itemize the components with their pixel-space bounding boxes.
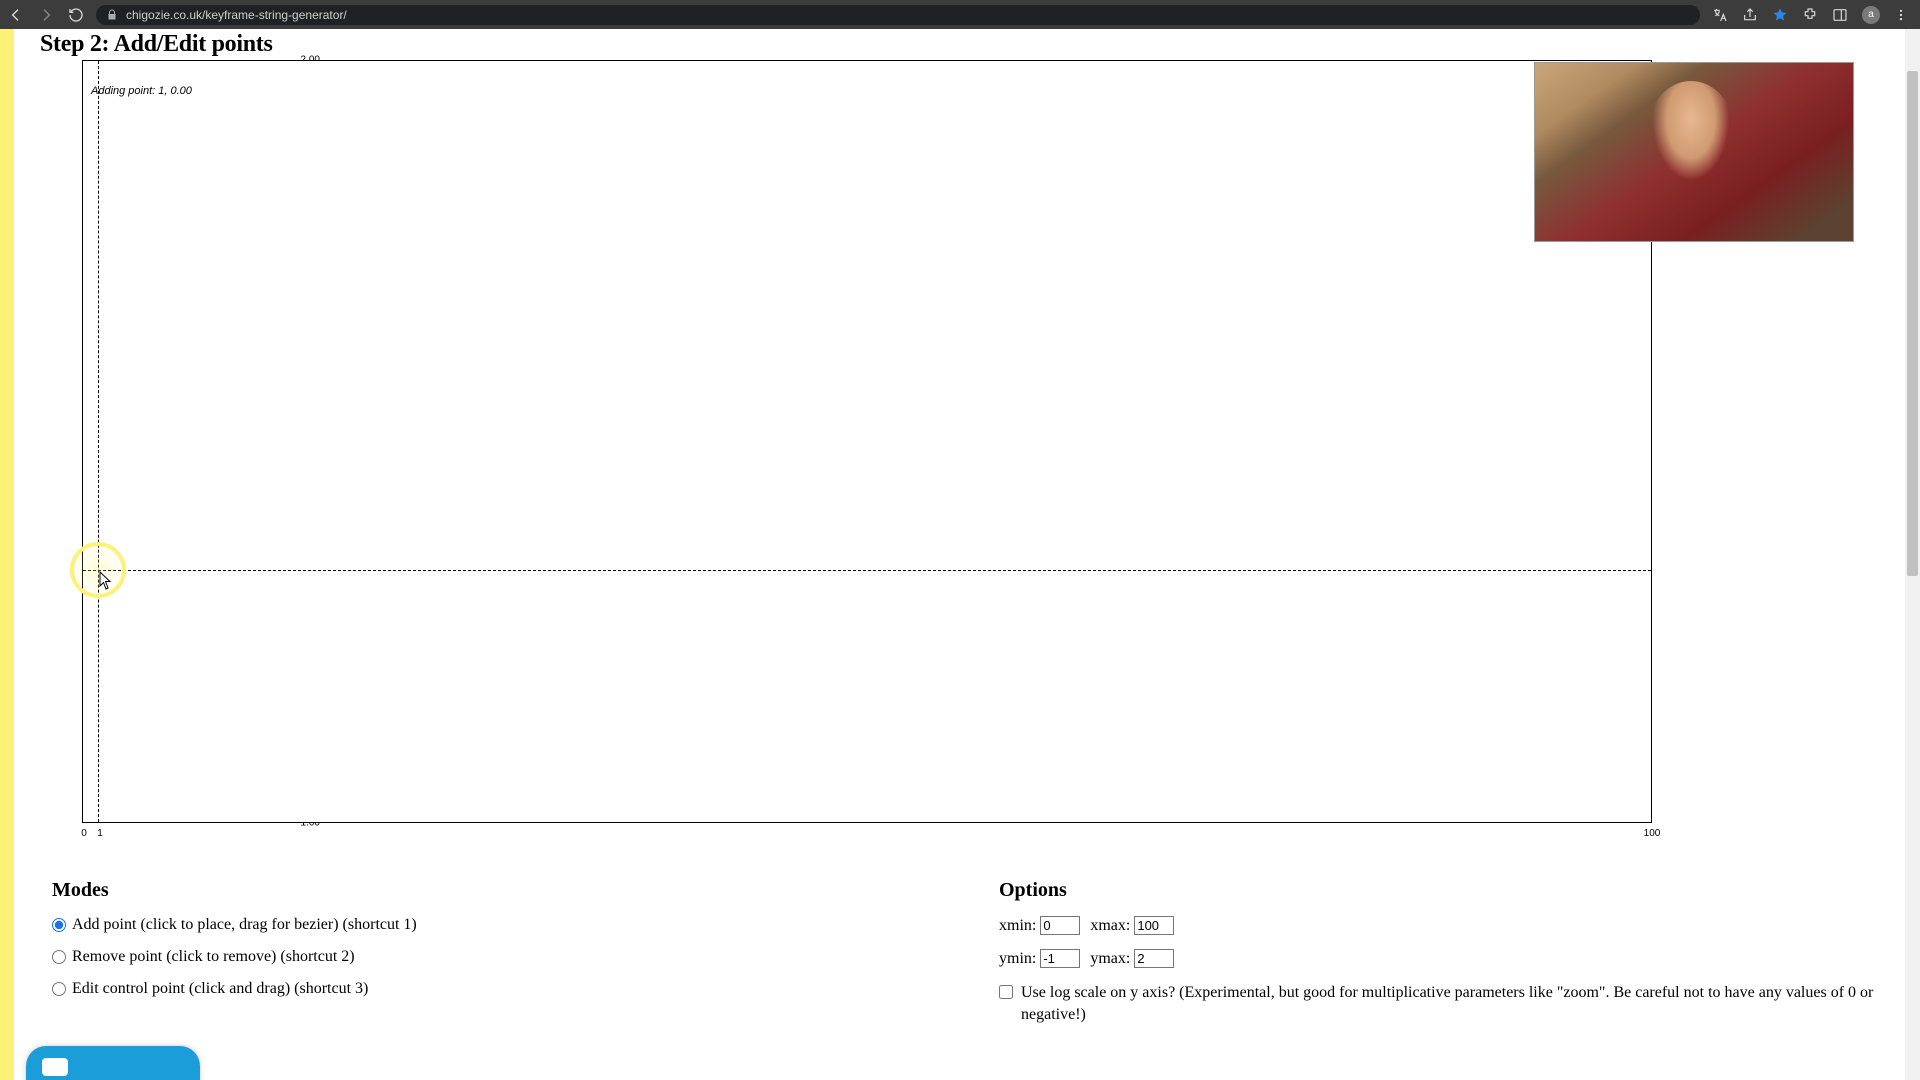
address-bar[interactable]: chigozie.co.uk/keyframe-string-generator… <box>96 5 1700 25</box>
xmax-input[interactable] <box>1134 916 1174 935</box>
mode-remove-label: Remove point (click to remove) (shortcut… <box>72 948 355 966</box>
mode-add-point[interactable]: Add point (click to place, drag for bezi… <box>52 916 935 934</box>
profile-avatar[interactable]: a <box>1862 6 1880 24</box>
ymin-label: ymin: <box>999 950 1036 968</box>
chart-status-text: Adding point: 1, 0.00 <box>91 85 192 97</box>
nav-arrows <box>8 7 84 23</box>
xmin-input[interactable] <box>1040 916 1080 935</box>
x-range-row: xmin: xmax: <box>999 916 1882 935</box>
ymin-input[interactable] <box>1040 949 1080 968</box>
translate-icon[interactable] <box>1712 7 1728 23</box>
crosshair-horizontal <box>83 570 1651 571</box>
address-text: chigozie.co.uk/keyframe-string-generator… <box>126 8 1690 22</box>
chart: 2.00 0.00 -1.00 0 1 100 Adding point: 1,… <box>54 60 1894 823</box>
chart-canvas[interactable]: Adding point: 1, 0.00 <box>82 60 1652 823</box>
crosshair-vertical <box>98 61 99 822</box>
browser-toolbar: chigozie.co.uk/keyframe-string-generator… <box>0 0 1920 29</box>
reload-icon[interactable] <box>68 7 84 23</box>
support-pill[interactable] <box>26 1046 200 1080</box>
ymax-label: ymax: <box>1090 950 1130 968</box>
back-icon[interactable] <box>8 7 24 23</box>
lock-icon <box>106 9 118 21</box>
log-scale-row[interactable]: Use log scale on y axis? (Experimental, … <box>999 982 1882 1025</box>
x-tick-label: 0 <box>81 828 87 839</box>
forward-icon[interactable] <box>38 7 54 23</box>
ymax-input[interactable] <box>1134 949 1174 968</box>
y-range-row: ymin: ymax: <box>999 949 1882 968</box>
controls: Modes Add point (click to place, drag fo… <box>40 879 1894 1025</box>
log-scale-checkbox[interactable] <box>999 985 1013 999</box>
extensions-icon[interactable] <box>1802 7 1818 23</box>
cursor-icon <box>99 571 113 591</box>
options-panel: Options xmin: xmax: ymin: ymax: Use log … <box>987 879 1894 1025</box>
x-tick-label: 100 <box>1644 828 1661 839</box>
xmin-label: xmin: <box>999 917 1036 935</box>
kebab-menu-icon[interactable] <box>1894 7 1908 23</box>
modes-heading: Modes <box>52 879 935 902</box>
log-scale-label: Use log scale on y axis? (Experimental, … <box>1021 982 1881 1025</box>
options-heading: Options <box>999 879 1882 902</box>
modes-panel: Modes Add point (click to place, drag fo… <box>40 879 947 1025</box>
x-tick-label: 1 <box>97 828 103 839</box>
sidepanel-icon[interactable] <box>1832 7 1848 23</box>
mode-remove-point[interactable]: Remove point (click to remove) (shortcut… <box>52 948 935 966</box>
toolbar-right: a <box>1712 6 1912 24</box>
share-icon[interactable] <box>1742 7 1758 23</box>
bookmark-star-icon[interactable] <box>1772 7 1788 23</box>
mode-edit-label: Edit control point (click and drag) (sho… <box>72 980 368 998</box>
mode-edit-radio[interactable] <box>52 982 66 996</box>
mode-edit-control[interactable]: Edit control point (click and drag) (sho… <box>52 980 935 998</box>
viewport: Step 2: Add/Edit points 2.00 0.00 -1.00 … <box>0 29 1920 1080</box>
support-pill-icon <box>42 1058 68 1076</box>
mode-add-radio[interactable] <box>52 918 66 932</box>
mode-remove-radio[interactable] <box>52 950 66 964</box>
mode-add-label: Add point (click to place, drag for bezi… <box>72 916 417 934</box>
xmax-label: xmax: <box>1090 917 1130 935</box>
webcam-overlay <box>1534 62 1854 242</box>
